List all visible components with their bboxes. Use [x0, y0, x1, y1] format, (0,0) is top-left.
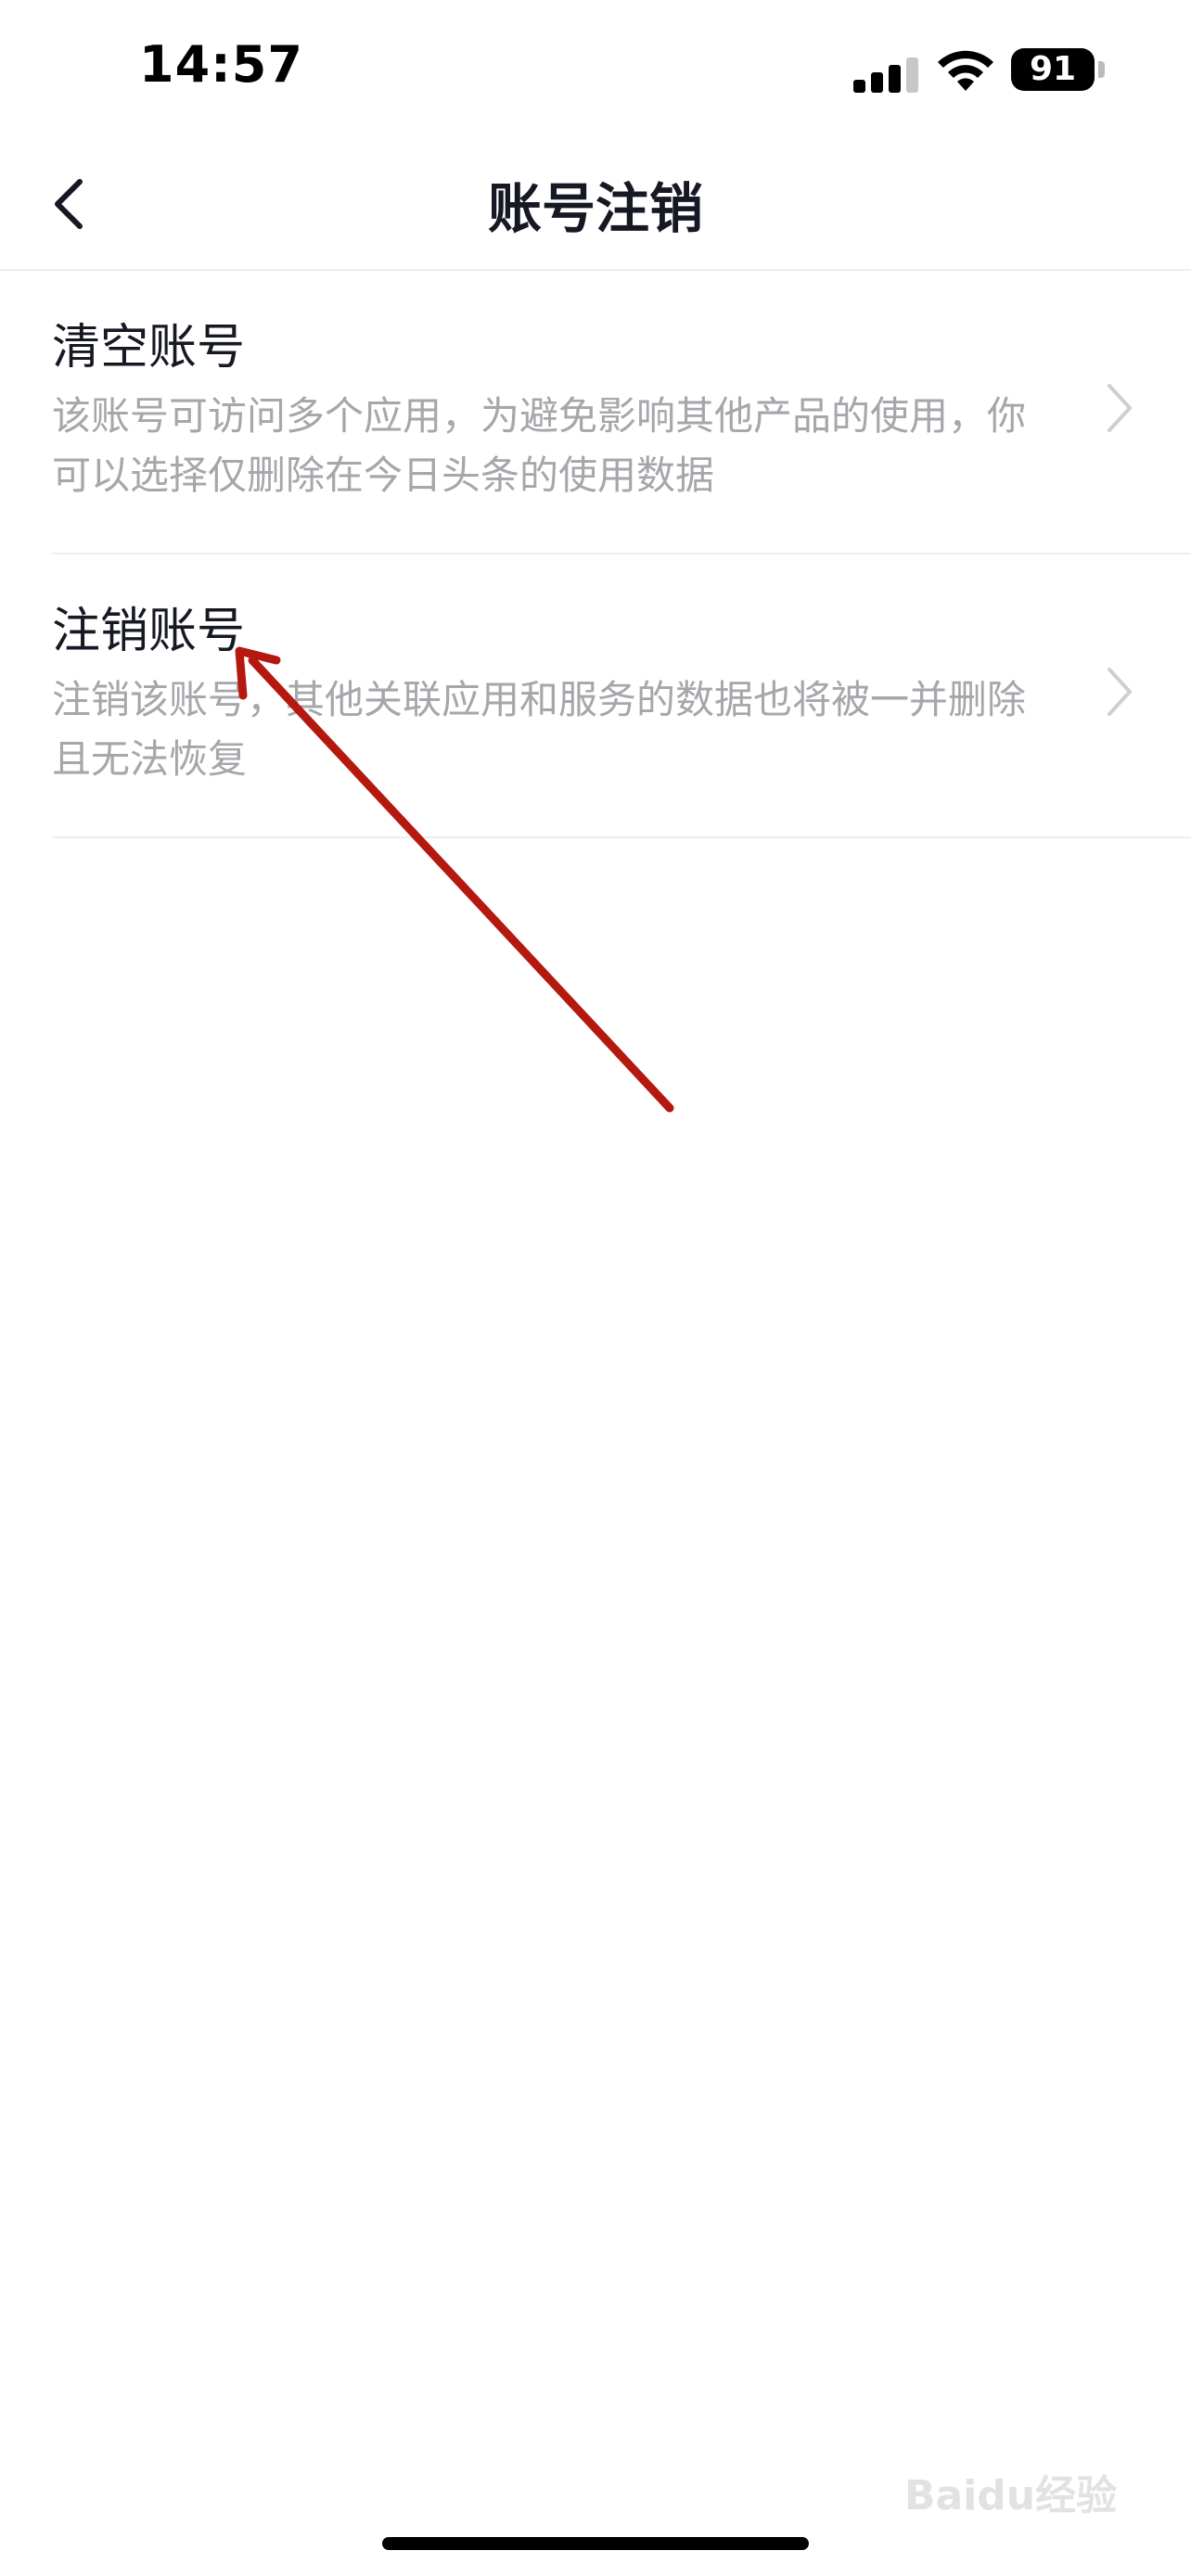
- battery-icon: 91: [1011, 48, 1095, 91]
- wifi-icon: [938, 50, 993, 91]
- list-item-delete-account[interactable]: 注销账号 注销该账号，其他关联应用和服务的数据也将被一并删除且无法恢复: [52, 555, 1191, 838]
- list-item-clear-account[interactable]: 清空账号 该账号可访问多个应用，为避免影响其他产品的使用，你可以选择仅删除在今日…: [52, 271, 1191, 555]
- battery-tip: [1098, 61, 1105, 78]
- item-description: 注销该账号，其他关联应用和服务的数据也将被一并删除且无法恢复: [52, 677, 1027, 782]
- watermark-logo: Baidu经验: [904, 2434, 1136, 2519]
- item-title: 注销账号: [52, 604, 246, 659]
- battery-level: 91: [1029, 50, 1077, 88]
- signal-icon: [853, 57, 918, 93]
- status-time: 14:57: [139, 35, 303, 94]
- nav-bar: 账号注销: [0, 139, 1191, 271]
- chevron-right-icon: [1108, 384, 1132, 432]
- item-description: 该账号可访问多个应用，为避免影响其他产品的使用，你可以选择仅删除在今日头条的使用…: [52, 393, 1027, 498]
- chevron-right-icon: [1108, 668, 1132, 716]
- home-indicator[interactable]: [382, 2537, 809, 2550]
- item-title: 清空账号: [52, 320, 246, 376]
- status-bar: 14:57 91: [0, 0, 1191, 139]
- page-title: 账号注销: [487, 177, 703, 240]
- watermark-text: Baidu经验: [904, 2472, 1118, 2519]
